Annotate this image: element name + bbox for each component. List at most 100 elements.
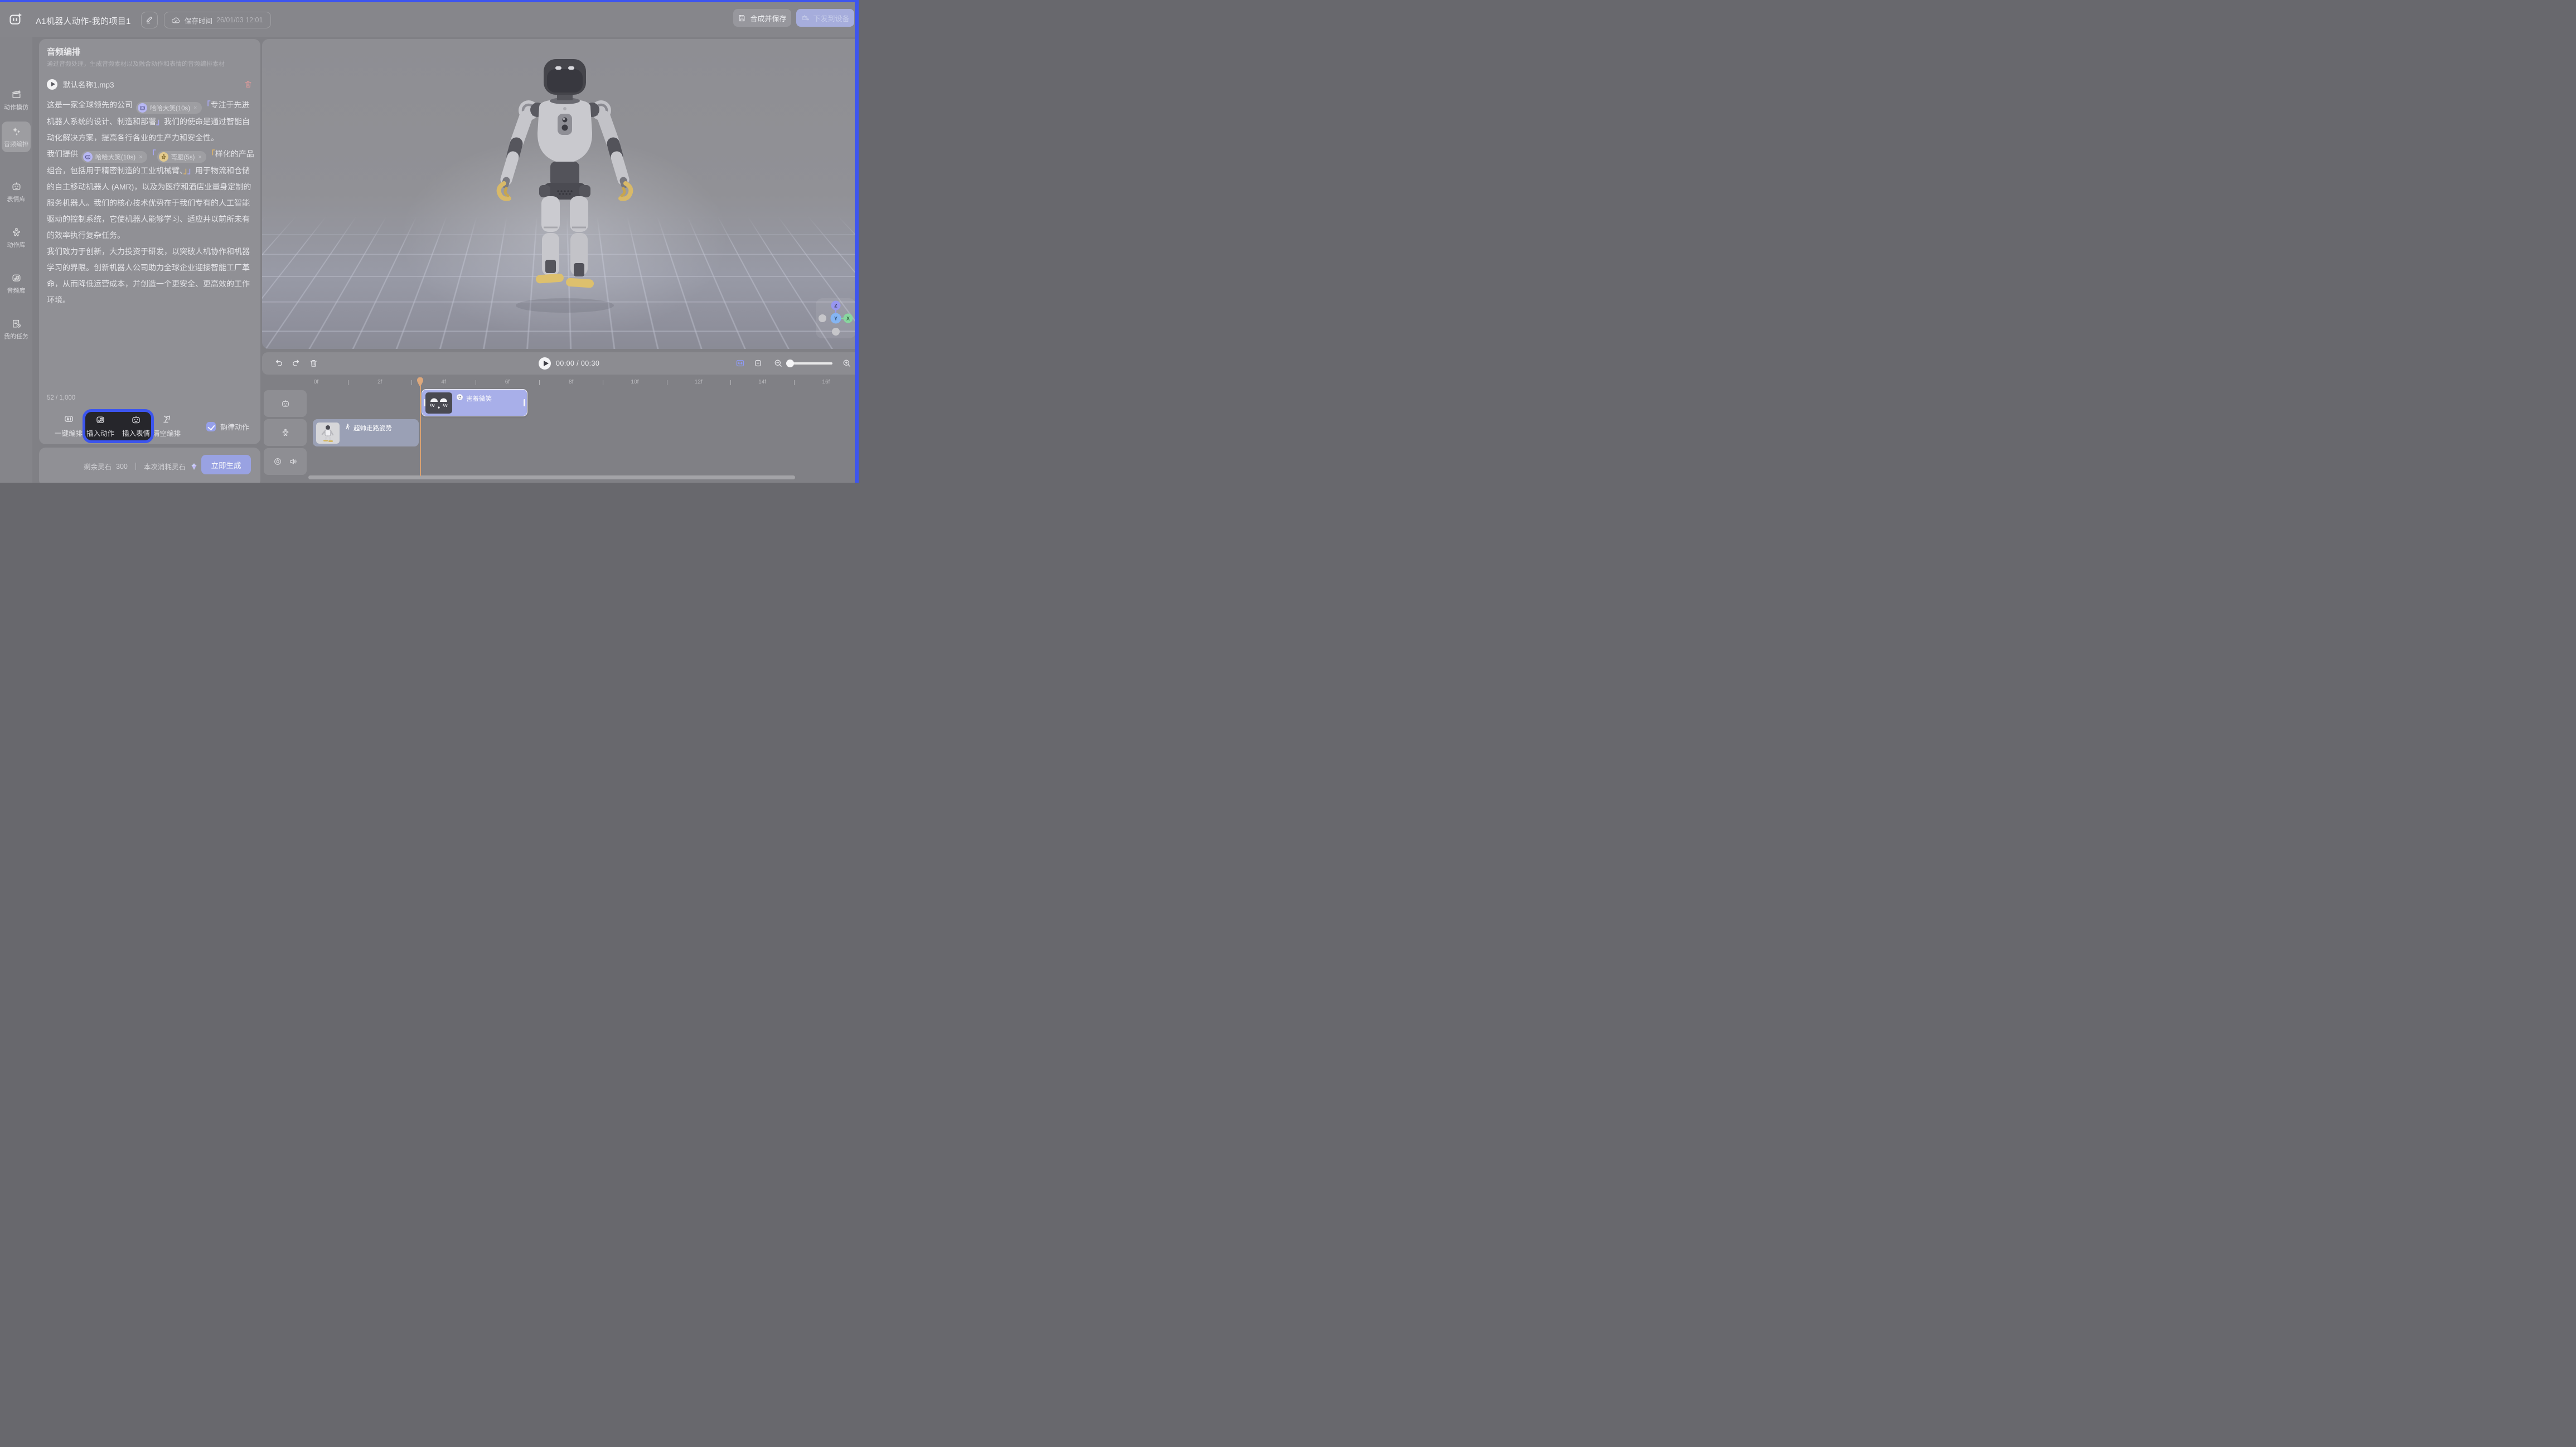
rhythm-label: 韵律动作 [220,421,249,432]
floppy-icon [738,14,746,22]
tag-remove-icon[interactable]: × [139,154,142,161]
pencil-icon [145,16,154,25]
tag-label: 哈哈大笑(10s) [150,104,190,113]
credits-card: 剩余灵石 300 本次消耗灵石 0 立即生成 [39,448,260,483]
speaker-icon[interactable] [289,457,298,466]
axis-neg-z-dot [832,328,840,336]
remaining-credits-value: 300 [116,463,128,470]
top-accent-strip [0,0,859,2]
expression-tag-icon [138,103,147,113]
ruler-label: 16f [822,379,830,385]
insert-expression-icon [131,415,141,425]
axis-neg-x-dot [819,314,826,322]
timeline-time: 00:00 / 00:30 [556,360,599,367]
ruler-label: 2f [377,379,382,385]
right-accent-strip [855,0,859,483]
clapper-icon [11,89,22,100]
app-logo-icon [8,11,24,27]
expression-clip-label: 害羞微笑 [456,392,492,413]
delete-clip-icon[interactable] [309,358,318,368]
sidebar-item-label: 动作库 [7,240,26,249]
sidebar-item-label: 音频库 [7,286,26,295]
rename-button[interactable] [141,12,158,28]
expression-tag[interactable]: 哈哈大笑(10s) × [81,151,147,163]
ai-icon [64,414,74,424]
delete-audio-icon[interactable] [244,80,253,89]
sidebar-item-4[interactable]: 动作库 [2,222,31,253]
svg-text:Y: Y [834,316,837,322]
script-editor[interactable]: 这是一家全球领先的公司 哈哈大笑(10s)×「专注于先进机器人系统的设计、制造和… [47,97,254,389]
insert-motion-button[interactable]: 插入动作 [86,415,114,438]
sidebar-item-1[interactable]: 动作模仿 [2,85,31,115]
undo-icon[interactable] [274,358,284,368]
zoom-in-icon[interactable] [842,358,851,368]
one-click-arrange-button[interactable]: 一键编排 [55,414,83,438]
fit-width-icon[interactable] [735,358,745,368]
motion-clip-thumbnail [316,423,340,444]
expression-tag[interactable]: 哈哈大笑(10s)× [136,102,202,114]
clear-arrange-button[interactable]: 清空编排 [153,414,181,438]
segment-bracket: 「 [148,149,156,158]
clip-right-handle[interactable] [524,399,525,406]
gem-icon [190,463,198,470]
rhythm-checkbox[interactable] [206,422,216,431]
insert-expression-button[interactable]: 插入表情 [122,415,150,438]
remaining-credits-label: 剩余灵石 [84,461,112,472]
synthesize-save-label: 合成并保存 [750,13,786,23]
timeline-area: 0f2f4f6f8f10f12f14f16f [262,377,855,483]
synthesize-save-button[interactable]: 合成并保存 [733,9,791,27]
credits-row: 剩余灵石 300 本次消耗灵石 0 [84,461,206,472]
zoom-slider-knob[interactable] [786,360,794,367]
zoom-out-icon[interactable] [773,358,783,368]
sparkles-icon [11,126,22,137]
music-box-icon [11,273,22,283]
sidebar-item-label: 动作模仿 [4,103,28,111]
robot-face-icon [11,181,22,192]
save-status: 保存时间 26/01/03 12:01 [164,12,271,28]
clip-left-handle[interactable] [424,399,425,406]
rhythm-motion-toggle[interactable]: 韵律动作 [206,421,249,432]
timeline-scrollbar[interactable] [308,475,795,479]
ruler-label: 4f [441,379,446,385]
generate-now-button[interactable]: 立即生成 [201,455,251,474]
sidebar-item-label: 表情库 [7,195,26,203]
audio-arrangement-panel: 音频编排 通过音频处理，生成音频素材以及融合动作和表情的音频编排素材 默认名称1… [39,39,260,444]
ruler-label: 10f [631,379,639,385]
motion-tag-icon [159,152,168,162]
sidebar-item-6[interactable]: 我的任务 [2,314,31,344]
timeline-zoom-slider[interactable] [787,362,832,365]
sidebar-item-5[interactable]: 音频库 [2,268,31,299]
segment-bracket: 」 [187,166,195,175]
sidebar: 动作模仿音频编排表情库动作库音频库我的任务 [0,37,32,483]
audio-track-icon [273,457,282,466]
cost-credits-label: 本次消耗灵石 [144,461,186,472]
clear-icon [162,414,172,424]
sidebar-item-2[interactable]: 音频编排 [2,122,31,152]
motion-clip[interactable]: 超帅走路姿势 [313,419,419,446]
tag-remove-icon[interactable]: × [193,105,197,111]
playhead-handle[interactable] [417,377,424,387]
ruler-label: 14f [758,379,766,385]
play-audio-button[interactable] [47,79,57,90]
ruler-label: 8f [569,379,573,385]
svg-text:Z: Z [834,303,837,309]
figure-icon [11,227,22,237]
ruler-label: 0f [314,379,318,385]
motion-tag[interactable]: 弯腰(5s)× [157,151,206,163]
ruler-tick [411,380,412,385]
tag-remove-icon[interactable]: × [198,154,201,161]
tag-label: 哈哈大笑(10s) [95,153,135,162]
deploy-device-button[interactable]: 下发到设备 [796,9,854,27]
one-click-arrange-label: 一键编排 [55,428,83,438]
panel-subtitle: 通过音频处理，生成音频素材以及融合动作和表情的音频编排素材 [47,59,225,68]
actual-size-icon[interactable] [753,358,763,368]
timeline-play-button[interactable] [539,357,551,370]
expression-clip[interactable]: 害羞微笑 [422,389,527,416]
segment-bracket: 」 [183,166,187,175]
tag-label: 弯腰(5s) [171,153,195,162]
axis-gizmo[interactable]: Z Y X [816,298,855,338]
sidebar-item-3[interactable]: 表情库 [2,177,31,207]
expression-tag-icon [83,152,93,162]
3d-viewport[interactable]: Z Y X [262,39,855,349]
redo-icon[interactable] [291,358,301,368]
